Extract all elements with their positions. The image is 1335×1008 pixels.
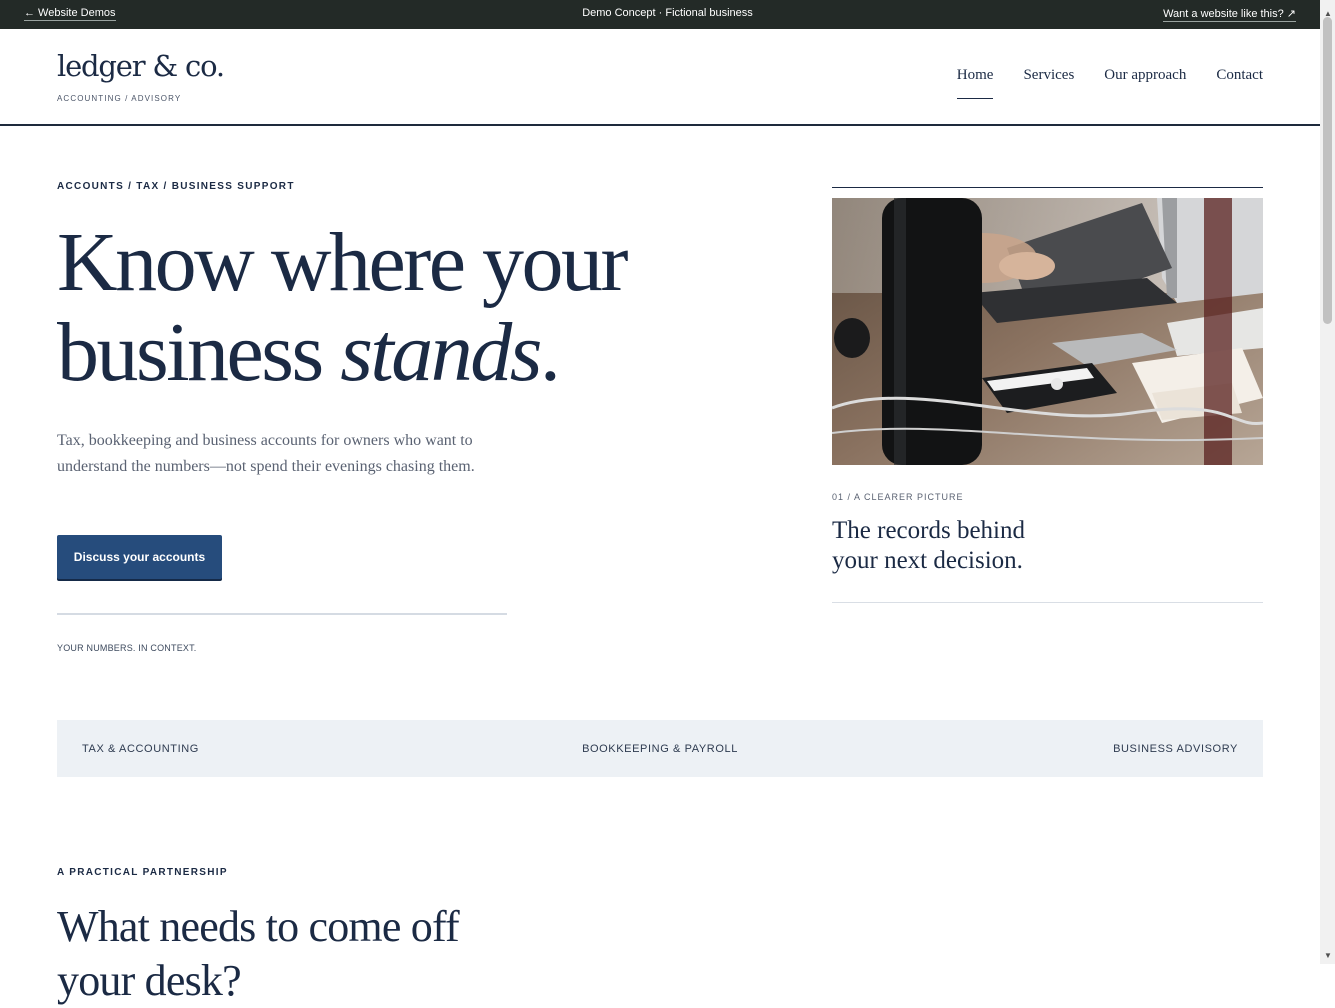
services-strip: TAX & ACCOUNTING BOOKKEEPING & PAYROLL B…: [57, 720, 1263, 777]
want-website-link[interactable]: Want a website like this? ↗: [1163, 7, 1296, 22]
demo-bar: ← Website Demos Demo Concept · Fictional…: [0, 0, 1335, 29]
headline-line-2-start: business: [57, 306, 341, 399]
hero-caption: YOUR NUMBERS. IN CONTEXT.: [57, 643, 197, 653]
card-eyebrow: 01 / A CLEARER PICTURE: [832, 492, 964, 502]
section-eyebrow: A PRACTICAL PARTNERSHIP: [57, 867, 228, 878]
divider: [57, 613, 507, 615]
main-nav: Home Services Our approach Contact: [956, 67, 1263, 99]
hero-eyebrow: ACCOUNTS / TAX / BUSINESS SUPPORT: [57, 181, 295, 192]
headline-line-1: Know where your: [57, 216, 629, 309]
card-title: The records behind your next decision.: [832, 516, 1092, 576]
nav-home[interactable]: Home: [956, 67, 994, 99]
scrollbar[interactable]: ▲ ▼: [1320, 0, 1335, 964]
site-header: ledger & co. ACCOUNTING / ADVISORY Home …: [0, 29, 1320, 126]
card-title-line-1: The records behind: [832, 517, 1025, 544]
logo[interactable]: ledger & co.: [57, 49, 225, 83]
card-title-line-2: your next decision.: [832, 547, 1023, 574]
logo-tagline: ACCOUNTING / ADVISORY: [57, 94, 182, 103]
hero-headline: Know where your business stands.: [57, 218, 777, 398]
demo-concept-label: Demo Concept · Fictional business: [582, 7, 753, 19]
headline-line-2-end: .: [539, 306, 561, 399]
nav-contact[interactable]: Contact: [1216, 67, 1263, 99]
desk-photo: [832, 198, 1263, 465]
divider: [832, 187, 1263, 188]
nav-our-approach[interactable]: Our approach: [1104, 67, 1186, 99]
divider: [832, 602, 1263, 603]
service-business-advisory: BUSINESS ADVISORY: [1113, 743, 1238, 755]
scroll-down-icon[interactable]: ▼: [1324, 952, 1332, 960]
desk-calculator-laptop-photo-icon: [832, 198, 1263, 465]
headline-italic: stands: [340, 306, 542, 399]
nav-services[interactable]: Services: [1023, 67, 1074, 99]
discuss-accounts-button[interactable]: Discuss your accounts: [57, 535, 222, 579]
service-bookkeeping-payroll: BOOKKEEPING & PAYROLL: [582, 743, 738, 755]
hero-lead: Tax, bookkeeping and business accounts f…: [57, 432, 475, 475]
section-title: What needs to come off your desk?: [57, 902, 460, 1005]
scrollbar-thumb[interactable]: [1323, 17, 1332, 324]
